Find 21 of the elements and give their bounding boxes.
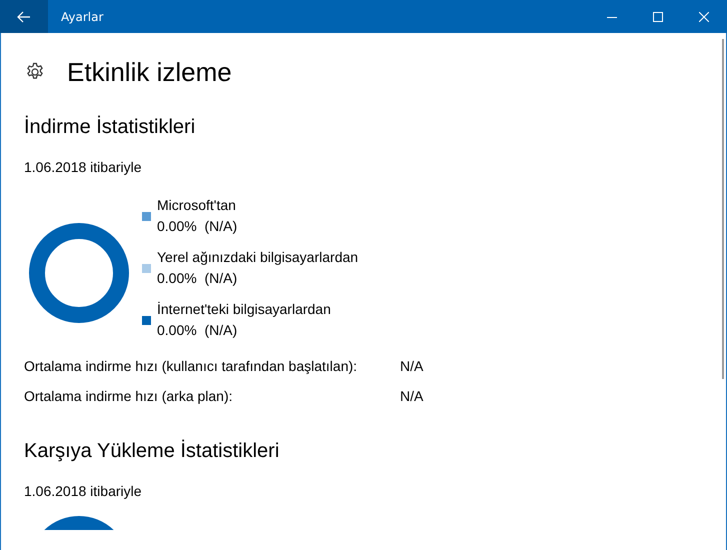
maximize-icon	[653, 12, 663, 22]
window-title: Ayarlar	[61, 10, 104, 24]
scrollbar[interactable]	[722, 39, 724, 379]
date-text: 1.06.2018 itibariyle	[24, 159, 143, 175]
stat-label: Ortalama indirme hızı (kullanıcı tarafından başlatılan):	[24, 357, 358, 376]
legend-value: 0.00% (N/A)	[157, 321, 238, 340]
legend-value: 0.00% (N/A)	[157, 217, 238, 236]
close-icon	[699, 12, 709, 22]
stat-value: N/A	[400, 357, 424, 376]
legend-label: Yerel ağınızdaki bilgisayarlardan	[157, 248, 358, 267]
section-heading: İndirme İstatistikleri	[24, 116, 196, 139]
section-heading: Karşıya Yükleme İstatistikleri	[24, 440, 280, 463]
page-title: Etkinlik izleme	[67, 56, 232, 88]
legend-value: 0.00% (N/A)	[157, 269, 238, 288]
back-arrow-icon	[17, 10, 31, 22]
stat-value: N/A	[400, 387, 424, 406]
date-text: 1.06.2018 itibariyle	[24, 483, 143, 499]
legend-label: İnternet'teki bilgisayarlardan	[157, 300, 331, 319]
stat-label: Ortalama indirme hızı (arka plan):	[24, 387, 234, 406]
legend-label: Microsoft'tan	[157, 196, 237, 215]
back-button[interactable]	[0, 0, 48, 33]
